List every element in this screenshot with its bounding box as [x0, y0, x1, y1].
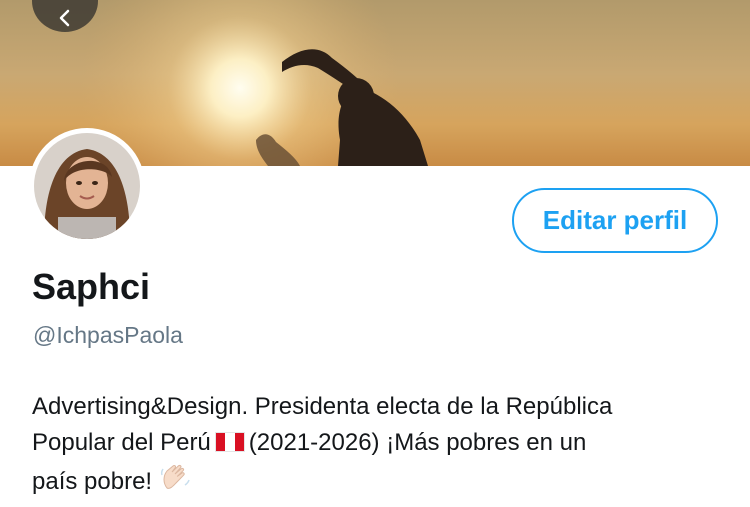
avatar-photo: [34, 133, 140, 239]
peru-flag-icon: [214, 432, 245, 452]
avatar[interactable]: [29, 128, 145, 244]
edit-profile-button[interactable]: Editar perfil: [512, 188, 718, 253]
profile-bio: Advertising&Design. Presidenta electa de…: [32, 389, 712, 500]
bio-line-3: país pobre!: [32, 468, 153, 495]
user-handle: @IchpasPaola: [33, 322, 183, 348]
bio-line-1: Advertising&Design. Presidenta electa de…: [32, 393, 613, 420]
bio-line-2-part-1: Popular del Perú: [32, 429, 211, 456]
bio-line-2-part-2: (2021-2026) ¡Más pobres en un: [248, 429, 587, 456]
waving-hand-icon: [161, 464, 190, 489]
chevron-left-icon: [59, 9, 70, 27]
display-name: Saphci: [32, 266, 151, 307]
